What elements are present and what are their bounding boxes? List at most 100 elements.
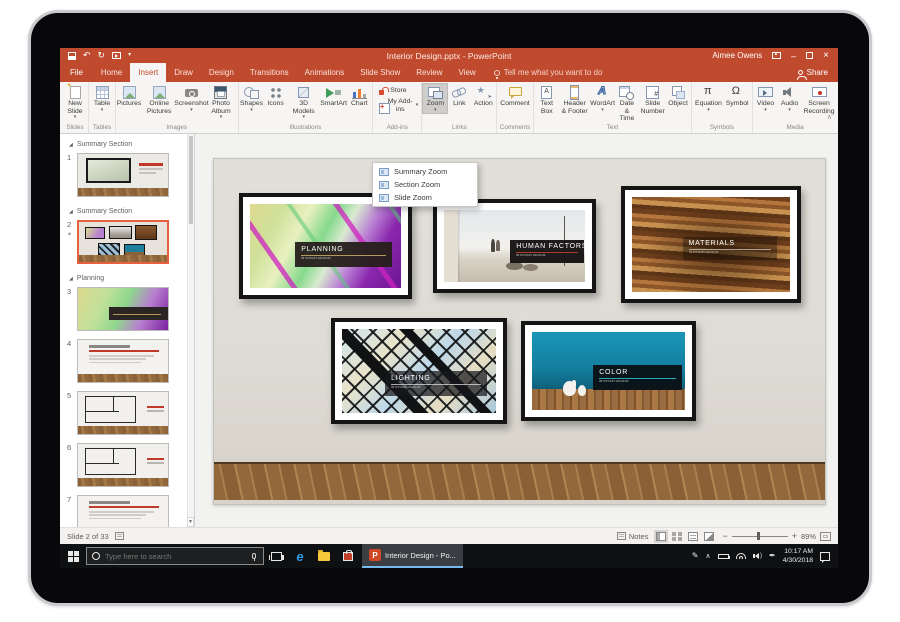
text-box-button[interactable]: Text Box [535, 84, 559, 115]
my-add-ins-button[interactable]: My Add-ins [374, 98, 420, 113]
zoom-button[interactable]: Zoom [423, 84, 447, 113]
share-button[interactable]: Share [798, 63, 838, 82]
3d-models-button[interactable]: 3D Models [288, 84, 320, 121]
volume-icon[interactable]: ) [753, 553, 763, 559]
edge-button[interactable]: e [288, 544, 312, 568]
store-button[interactable]: Store [374, 86, 420, 96]
screen-recording-button[interactable]: Screen Recording [802, 84, 837, 115]
framed-slide-planning[interactable]: PLANNING INTERIOR DESIGN [239, 193, 412, 299]
menu-item-summary-zoom[interactable]: Summary Zoom [373, 165, 477, 178]
slide-thumbnail-6[interactable] [77, 443, 169, 487]
action-center-icon[interactable] [820, 552, 830, 561]
ink-workspace-icon[interactable]: ✒ [769, 551, 776, 561]
zoom-in-button[interactable]: + [792, 532, 797, 540]
tab-review[interactable]: Review [408, 63, 450, 82]
equation-button[interactable]: Equation [693, 84, 724, 113]
framed-slide-human-factors[interactable]: HUMAN FACTORS INTERIOR DESIGN [433, 199, 596, 293]
text-box-icon [538, 85, 555, 100]
tab-animations[interactable]: Animations [297, 63, 353, 82]
file-explorer-button[interactable] [312, 544, 336, 568]
show-hidden-icons-chevron[interactable]: ∧ [705, 552, 710, 560]
microphone-icon[interactable] [252, 553, 256, 559]
shapes-button[interactable]: Shapes [240, 84, 264, 113]
taskbar-clock[interactable]: 10:17 AM 4/30/2018 [783, 547, 813, 565]
restore-button[interactable] [806, 52, 813, 59]
wordart-button[interactable]: WordArt [591, 84, 615, 113]
section-header-summary-1[interactable]: ◢Summary Section [60, 138, 194, 151]
slide-thumbnail-1[interactable] [77, 153, 169, 197]
header-footer-button[interactable]: Header & Footer [559, 84, 591, 115]
tab-slide-show[interactable]: Slide Show [352, 63, 408, 82]
tab-design[interactable]: Design [201, 63, 242, 82]
scrollbar-thumb[interactable] [189, 136, 193, 224]
tab-file[interactable]: File [60, 63, 93, 82]
pictures-button[interactable]: Pictures [117, 84, 141, 108]
wifi-icon[interactable] [736, 553, 746, 559]
reading-view-button[interactable] [686, 530, 700, 543]
store-taskbar-button[interactable] [336, 544, 360, 568]
ribbon-display-options-icon[interactable] [772, 52, 781, 59]
new-slide-button[interactable]: New Slide [63, 84, 87, 121]
tab-view[interactable]: View [451, 63, 484, 82]
thumb-art-frame [86, 158, 131, 183]
framed-slide-materials[interactable]: MATERIALS INTERIOR DESIGN [621, 186, 801, 303]
frame-subtitle: INTERIOR DESIGN [301, 257, 348, 260]
search-input[interactable] [105, 552, 247, 561]
framed-slide-lighting[interactable]: LIGHTING INTERIOR DESIGN [331, 318, 507, 424]
photo-album-button[interactable]: Photo Album [205, 84, 236, 121]
pen-icon[interactable]: ✎ [692, 551, 699, 561]
tab-insert[interactable]: Insert [130, 63, 166, 82]
normal-view-button[interactable] [654, 530, 668, 543]
zoom-percentage[interactable]: 89% [801, 532, 816, 541]
action-button[interactable]: Action [471, 84, 495, 108]
audio-button[interactable]: Audio [778, 84, 802, 113]
spellcheck-icon[interactable] [115, 532, 124, 540]
comment-button[interactable]: Comment [498, 84, 531, 108]
fit-slide-icon[interactable] [820, 532, 831, 541]
close-button[interactable]: × [823, 51, 829, 61]
icons-button[interactable]: Icons [264, 84, 288, 108]
tab-draw[interactable]: Draw [166, 63, 201, 82]
video-button[interactable]: Video [754, 84, 778, 113]
table-button[interactable]: Table [90, 84, 114, 113]
zoom-slider-thumb[interactable] [757, 532, 760, 540]
slide-thumbnail-3[interactable] [77, 287, 169, 331]
slide-canvas[interactable]: PLANNING INTERIOR DESIGN [213, 158, 826, 505]
slide-thumbnail-5[interactable] [77, 391, 169, 435]
online-pictures-button[interactable]: Online Pictures [141, 84, 177, 115]
taskbar-search[interactable] [86, 547, 264, 565]
framed-slide-color[interactable]: COLOR INTERIOR DESIGN [521, 321, 696, 421]
tell-me-box[interactable]: Tell me what you want to do [494, 63, 603, 82]
scrollbar-down-icon[interactable]: ▼ [187, 517, 194, 527]
link-button[interactable]: Link [447, 84, 471, 108]
start-button[interactable] [60, 544, 86, 568]
tab-transitions[interactable]: Transitions [242, 63, 297, 82]
menu-item-section-zoom[interactable]: Section Zoom [373, 178, 477, 191]
notes-button[interactable]: Notes [617, 532, 649, 541]
task-view-button[interactable] [264, 544, 288, 568]
battery-icon[interactable] [718, 554, 729, 559]
chart-button[interactable]: Chart [347, 84, 371, 108]
zoom-out-button[interactable]: − [722, 532, 727, 540]
menu-item-slide-zoom[interactable]: Slide Zoom [373, 191, 477, 204]
tab-home[interactable]: Home [93, 63, 130, 82]
zoom-slider[interactable] [732, 536, 788, 537]
symbol-button[interactable]: Symbol [724, 84, 751, 108]
object-button[interactable]: Object [666, 84, 690, 108]
slide-sorter-view-button[interactable] [670, 530, 684, 543]
section-header-planning[interactable]: ◢Planning [60, 272, 194, 285]
collapse-ribbon-icon[interactable]: ∧ [827, 113, 832, 121]
minimize-button[interactable]: – [791, 52, 796, 60]
section-header-summary-2[interactable]: ◢Summary Section [60, 205, 194, 218]
account-user[interactable]: Aimee Owens [712, 51, 762, 60]
screenshot-button[interactable]: Screenshot [177, 84, 205, 113]
smartart-button[interactable]: SmartArt [320, 84, 347, 108]
powerpoint-taskbar-button[interactable]: P Interior Design - Po... [362, 544, 463, 568]
date-time-button[interactable]: Date & Time [615, 84, 640, 123]
slide-thumbnail-7[interactable] [77, 495, 169, 527]
slide-thumbnail-4[interactable] [77, 339, 169, 383]
slideshow-view-button[interactable] [702, 530, 716, 543]
slide-thumbnail-2-selected[interactable] [77, 220, 169, 264]
thumbnail-scrollbar[interactable]: ▼ [187, 134, 194, 527]
slide-number-button[interactable]: Slide Number [639, 84, 666, 115]
